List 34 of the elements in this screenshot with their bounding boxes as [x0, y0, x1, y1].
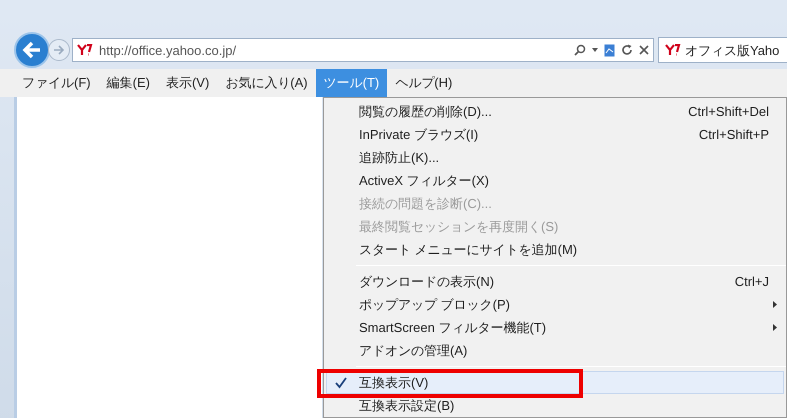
- menu-bar-item[interactable]: ファイル(F): [14, 69, 99, 97]
- search-icon[interactable]: [574, 44, 586, 56]
- menu-bar-item[interactable]: 編集(E): [98, 69, 158, 97]
- menu-bar-item[interactable]: 表示(V): [158, 69, 218, 97]
- site-logo-icon: [77, 44, 93, 56]
- menu-item[interactable]: 互換表示設定(B): [326, 394, 784, 417]
- shortcut-text: Ctrl+Shift+Del: [688, 102, 770, 121]
- left-arrow-icon: [22, 41, 42, 60]
- shortcut-text: Ctrl+Shift+P: [698, 126, 770, 144]
- submenu-arrow-icon: [773, 324, 777, 331]
- address-field[interactable]: http://office.yahoo.co.jp/: [72, 38, 654, 62]
- right-arrow-icon: [53, 45, 65, 56]
- url-text: http://office.yahoo.co.jp/: [99, 42, 236, 60]
- refresh-icon[interactable]: [621, 44, 633, 56]
- menu-item[interactable]: ActiveX フィルター(X): [326, 169, 784, 192]
- browser-tab[interactable]: オフィス版Yaho: [658, 37, 787, 64]
- menu-bar-item[interactable]: お気に入り(A): [217, 69, 316, 97]
- menu-item[interactable]: ポップアップ ブロック(P): [326, 293, 784, 316]
- compatibility-icon[interactable]: [604, 44, 615, 57]
- shortcut-text: Ctrl+J: [734, 272, 770, 291]
- menu-item[interactable]: 閲覧の履歴の削除(D)... Ctrl+Shift+Del: [326, 100, 784, 123]
- dropdown-caret-icon[interactable]: [592, 48, 598, 52]
- menu-item[interactable]: InPrivate ブラウズ(I) Ctrl+Shift+P: [326, 123, 784, 146]
- back-button[interactable]: [14, 32, 50, 68]
- submenu-arrow-icon: [773, 301, 777, 308]
- menu-item[interactable]: スタート メニューにサイトを追加(M): [326, 238, 784, 261]
- menu-item[interactable]: SmartScreen フィルター機能(T): [326, 316, 784, 339]
- menu-item[interactable]: アドオンの管理(A): [326, 339, 784, 362]
- menu-bar-item[interactable]: ヘルプ(H): [387, 69, 460, 97]
- menu-item[interactable]: 追跡防止(K)...: [326, 146, 784, 169]
- site-logo-icon: [665, 44, 681, 56]
- close-icon[interactable]: [639, 45, 649, 56]
- menu-item[interactable]: ダウンロードの表示(N) Ctrl+J: [326, 270, 784, 293]
- checkmark-icon: [335, 376, 347, 388]
